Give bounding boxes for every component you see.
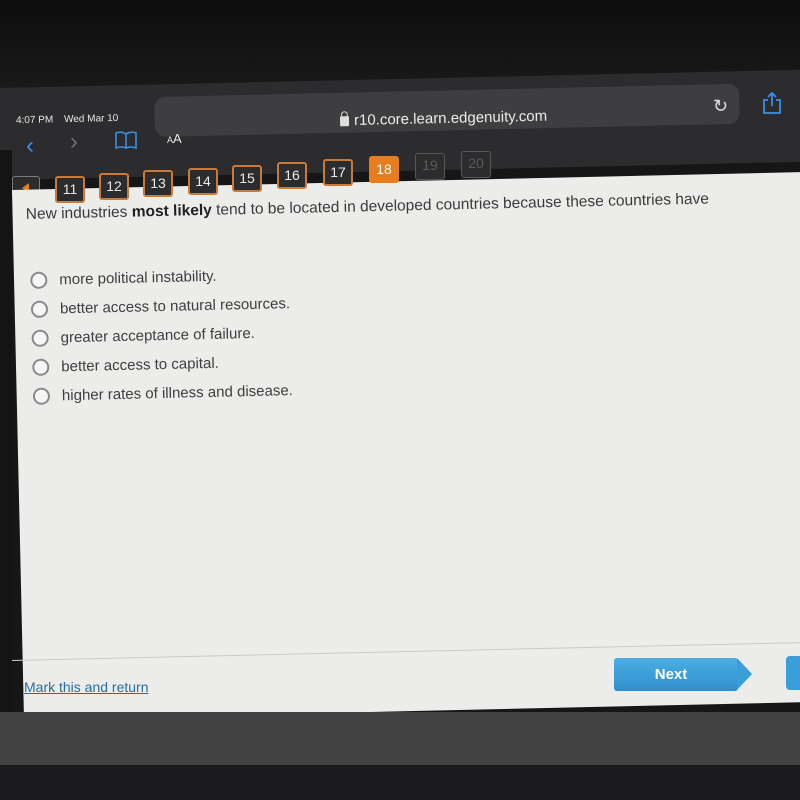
question-nav-item-11[interactable]: 11 bbox=[55, 176, 85, 203]
device-bezel-left bbox=[0, 150, 12, 720]
status-date: Wed Mar 10 bbox=[63, 112, 119, 126]
question-nav-item-17[interactable]: 17 bbox=[323, 159, 353, 186]
answer-option[interactable]: higher rates of illness and disease. bbox=[32, 376, 294, 411]
radio-button[interactable] bbox=[30, 300, 49, 318]
option-label: higher rates of illness and disease. bbox=[61, 382, 294, 405]
question-nav-item-15[interactable]: 15 bbox=[232, 165, 262, 192]
chevron-left-icon[interactable]: ‹ bbox=[26, 134, 34, 158]
question-emphasis: most likely bbox=[131, 201, 213, 221]
radio-button[interactable] bbox=[32, 358, 50, 376]
next-button[interactable]: Next bbox=[614, 658, 752, 691]
question-nav-item-19: 19 bbox=[415, 153, 445, 180]
book-icon[interactable] bbox=[115, 131, 137, 149]
radio-button[interactable] bbox=[31, 329, 49, 347]
question-panel bbox=[12, 171, 800, 720]
question-nav-item-16[interactable]: 16 bbox=[277, 162, 307, 189]
option-label: better access to natural resources. bbox=[59, 295, 291, 318]
question-nav-item-18[interactable]: 18 bbox=[369, 156, 399, 183]
radio-button[interactable] bbox=[32, 387, 51, 405]
chevron-right-icon[interactable]: › bbox=[70, 130, 78, 154]
status-time: 4:07 PM bbox=[15, 114, 54, 127]
question-nav-item-20: 20 bbox=[461, 151, 491, 178]
text-size-button[interactable]: AA bbox=[167, 131, 182, 146]
next-button-label: Next bbox=[654, 666, 688, 683]
radio-button[interactable] bbox=[30, 271, 48, 289]
mark-and-return-link[interactable]: Mark this and return bbox=[24, 679, 149, 695]
partial-button-edge[interactable] bbox=[786, 656, 800, 690]
option-label: greater acceptance of failure. bbox=[60, 324, 256, 347]
page-bottom-bar bbox=[0, 712, 800, 767]
text-size-large-a: A bbox=[173, 131, 182, 146]
question-nav-item-12[interactable]: 12 bbox=[99, 173, 129, 200]
device-bezel-bottom bbox=[0, 765, 800, 800]
share-icon[interactable] bbox=[762, 92, 782, 114]
answer-options: more political instability. better acces… bbox=[30, 260, 293, 411]
question-prefix: New industries bbox=[25, 203, 132, 224]
reload-icon[interactable]: ↻ bbox=[713, 96, 728, 117]
lock-icon bbox=[339, 116, 350, 127]
question-nav-item-13[interactable]: 13 bbox=[143, 170, 173, 197]
option-label: more political instability. bbox=[59, 267, 217, 289]
option-label: better access to capital. bbox=[61, 354, 220, 376]
question-nav-item-14[interactable]: 14 bbox=[188, 168, 218, 195]
